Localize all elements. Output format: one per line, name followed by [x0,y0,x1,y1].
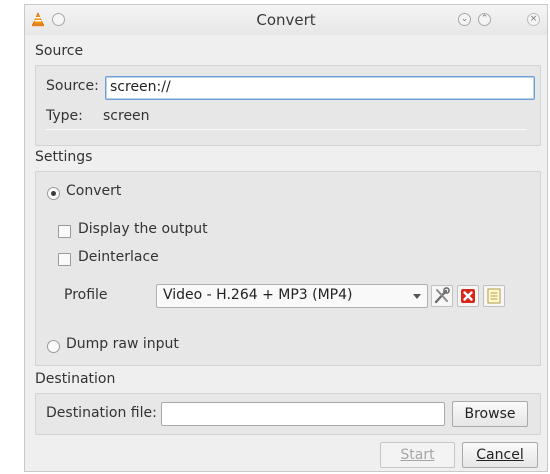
type-label: Type: [46,108,83,124]
cancel-button[interactable]: Cancel [462,442,538,468]
profile-select-value: Video - H.264 + MP3 (MP4) [163,287,353,303]
destination-group: Destination file: Browse [35,393,541,435]
deinterlace-checkbox[interactable] [58,253,71,266]
source-separator [46,129,527,130]
edit-profile-button[interactable] [431,285,453,307]
new-profile-button[interactable] [483,285,505,307]
deinterlace-label[interactable]: Deinterlace [78,249,159,265]
source-group: Source: screen:// Type: screen [35,65,541,146]
profile-label: Profile [64,287,108,303]
destination-file-input[interactable] [161,402,445,426]
destination-file-label: Destination file: [46,405,157,421]
maximize-icon[interactable]: ⌃ [478,13,491,26]
settings-group: Convert Display the output Deinterlace P… [35,171,541,366]
source-label: Source: [46,78,99,94]
source-section-title: Source [35,43,84,59]
browse-button[interactable]: Browse [452,401,528,427]
close-icon[interactable]: × [527,13,540,26]
display-output-label[interactable]: Display the output [78,221,208,237]
title-bar[interactable]: Convert ⌄ ⌃ × [25,5,547,35]
convert-label[interactable]: Convert [66,183,121,199]
dropdown-arrow-icon [413,294,421,299]
settings-section-title: Settings [35,149,93,165]
dump-raw-radio[interactable] [47,340,60,353]
display-output-checkbox[interactable] [58,225,71,238]
profile-select[interactable]: Video - H.264 + MP3 (MP4) [156,284,428,308]
cancel-button-label: Cancel [476,447,524,463]
edit-profile-icon [434,287,450,304]
convert-radio[interactable] [47,187,60,200]
destination-section-title: Destination [35,371,116,387]
new-profile-icon [487,288,501,304]
minimize-icon[interactable]: ⌄ [458,13,471,26]
delete-profile-button[interactable] [457,285,479,307]
delete-profile-icon [461,289,475,303]
start-button-label: Start [400,447,435,463]
start-button[interactable]: Start [380,442,455,468]
dump-raw-label[interactable]: Dump raw input [66,336,179,352]
type-value: screen [103,108,150,124]
convert-dialog: Convert ⌄ ⌃ × Source Source: screen:// T… [24,4,548,472]
source-input[interactable]: screen:// [105,76,535,100]
